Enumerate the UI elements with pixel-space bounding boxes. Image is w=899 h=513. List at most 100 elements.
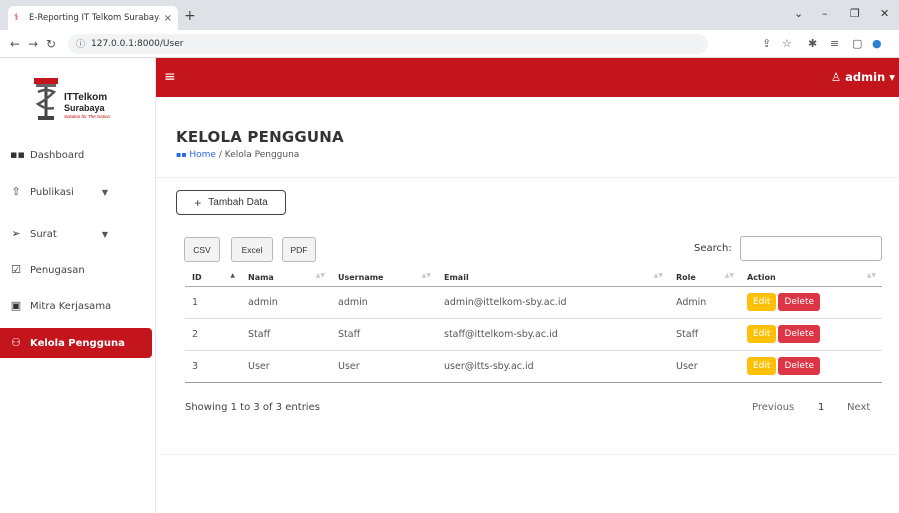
brand-city: Surabaya xyxy=(64,103,105,113)
pagination-next[interactable]: Next xyxy=(847,402,870,413)
pagination-previous[interactable]: Previous xyxy=(752,402,794,413)
sort-icon: ▲▼ xyxy=(724,272,734,279)
column-header-action[interactable]: Action ▲▼ xyxy=(740,269,882,287)
cell-id: 3 xyxy=(185,350,241,383)
sidebar-item-label: Penugasan xyxy=(30,264,85,276)
table-header-row: ID ▲ Nama ▲▼ Username ▲▼ Email ▲▼ Role ▲▼ Act… xyxy=(185,269,882,287)
sidebar-item-dashboard[interactable]: ▪▪ Dashboard xyxy=(0,140,156,170)
sidebar-item-label: Kelola Pengguna xyxy=(30,337,125,349)
clipboard-check-icon: ☑ xyxy=(11,263,21,276)
sidebar-item-penugasan[interactable]: ☑ Penugasan xyxy=(0,255,156,285)
delete-button[interactable]: Delete xyxy=(778,357,821,375)
sidepanel-icon[interactable]: ▢ xyxy=(852,37,862,50)
users-icon: ⚇ xyxy=(11,336,21,349)
table-row: 2 Staff Staff staff@ittelkom-sby.ac.id S… xyxy=(185,318,882,351)
breadcrumb: ▪▪ Home / Kelola Pengguna xyxy=(176,150,299,160)
cell-email: user@itts-sby.ac.id xyxy=(437,350,669,383)
url-input[interactable]: ⓘ 127.0.0.1:8000/User xyxy=(68,33,708,54)
breadcrumb-current: Kelola Pengguna xyxy=(224,150,300,160)
site-info-icon[interactable]: ⓘ xyxy=(76,37,85,50)
bookmark-star-icon[interactable]: ☆ xyxy=(782,37,792,50)
new-tab-button[interactable]: + xyxy=(184,8,196,24)
upload-icon: ⇧ xyxy=(11,185,21,198)
plus-icon: + xyxy=(194,195,202,210)
site-favicon-icon: ⚕ xyxy=(14,13,19,23)
tab-search-icon[interactable]: ⌄ xyxy=(794,7,803,20)
forward-icon[interactable]: → xyxy=(24,37,42,51)
table-row: 1 admin admin admin@ittelkom-sby.ac.id A… xyxy=(185,286,882,319)
cell-nama: admin xyxy=(241,286,331,319)
top-navbar: ≡ ♙ admin ▾ xyxy=(156,58,899,97)
send-icon: ➢ xyxy=(11,227,21,240)
cell-action: Edit Delete xyxy=(740,318,882,351)
cell-role: User xyxy=(669,350,740,383)
search-input[interactable] xyxy=(740,236,882,261)
cell-role: Staff xyxy=(669,318,740,351)
column-header-nama[interactable]: Nama ▲▼ xyxy=(241,269,331,287)
delete-button[interactable]: Delete xyxy=(778,325,821,343)
close-window-icon[interactable]: ✕ xyxy=(880,7,889,20)
cell-id: 2 xyxy=(185,318,241,351)
reading-list-icon[interactable]: ≡ xyxy=(830,37,839,50)
sidebar-item-surat[interactable]: ➢ Surat ▼ xyxy=(0,219,156,249)
table-row: 3 User User user@itts-sby.ac.id User Edi… xyxy=(185,350,882,383)
browser-tab-bar: ⚕ E-Reporting IT Telkom Surabaya × + ⌄ –… xyxy=(0,0,899,30)
column-header-username[interactable]: Username ▲▼ xyxy=(331,269,437,287)
export-csv-button[interactable]: CSV xyxy=(184,237,220,262)
export-pdf-button[interactable]: PDF xyxy=(282,237,316,262)
cell-username: Staff xyxy=(331,318,437,351)
restore-icon[interactable]: ❐ xyxy=(850,7,860,20)
users-table: ID ▲ Nama ▲▼ Username ▲▼ Email ▲▼ Role ▲▼ Act… xyxy=(185,269,882,383)
sort-icon: ▲▼ xyxy=(315,272,325,279)
user-icon: ♙ xyxy=(830,70,846,84)
column-header-id[interactable]: ID ▲ xyxy=(185,269,241,287)
cell-username: admin xyxy=(331,286,437,319)
brand-logo[interactable]: ITTelkom Surabaya Solution for The Natio… xyxy=(32,78,142,126)
id-card-icon: ▣ xyxy=(10,299,22,312)
cell-action: Edit Delete xyxy=(740,350,882,383)
search-label: Search: xyxy=(694,243,732,254)
browser-tab[interactable]: ⚕ E-Reporting IT Telkom Surabaya × xyxy=(8,6,178,30)
grid-icon: ▪▪ xyxy=(10,148,25,161)
home-grid-icon: ▪▪ xyxy=(176,150,190,159)
edit-button[interactable]: Edit xyxy=(747,293,777,311)
export-excel-button[interactable]: Excel xyxy=(231,237,273,262)
cell-role: Admin xyxy=(669,286,740,319)
breadcrumb-home-link[interactable]: Home xyxy=(189,150,216,160)
sort-icon: ▲▼ xyxy=(653,272,663,279)
pagination-page-1[interactable]: 1 xyxy=(818,402,824,413)
caret-down-icon: ▾ xyxy=(885,70,895,84)
minimize-icon[interactable]: – xyxy=(822,7,828,20)
cell-nama: User xyxy=(241,350,331,383)
sidebar-item-label: Surat xyxy=(30,228,57,240)
reload-icon[interactable]: ↻ xyxy=(42,37,60,51)
header-divider xyxy=(156,177,899,178)
menu-toggle-icon[interactable]: ≡ xyxy=(164,69,176,85)
column-header-email[interactable]: Email ▲▼ xyxy=(437,269,669,287)
delete-button[interactable]: Delete xyxy=(778,293,821,311)
chevron-down-icon: ▼ xyxy=(101,229,108,239)
breadcrumb-separator: / xyxy=(215,150,225,160)
back-icon[interactable]: ← xyxy=(6,37,24,51)
url-text: 127.0.0.1:8000/User xyxy=(91,38,184,49)
extensions-icon[interactable]: ✱ xyxy=(808,37,817,50)
sort-icon: ▲▼ xyxy=(866,272,876,279)
tab-close-icon[interactable]: × xyxy=(164,13,172,24)
user-menu[interactable]: ♙ admin ▾ xyxy=(831,70,895,84)
user-name: admin xyxy=(845,70,886,84)
chevron-down-icon: ▼ xyxy=(101,187,108,197)
sort-asc-icon: ▲ xyxy=(230,272,235,279)
cell-nama: Staff xyxy=(241,318,331,351)
cell-email: admin@ittelkom-sby.ac.id xyxy=(437,286,669,319)
sidebar-item-mitra-kerjasama[interactable]: ▣ Mitra Kerjasama xyxy=(0,291,156,321)
profile-avatar-icon[interactable]: ● xyxy=(872,37,882,50)
share-icon[interactable]: ⇪ xyxy=(762,37,771,50)
sidebar-item-kelola-pengguna[interactable]: ⚇ Kelola Pengguna xyxy=(0,328,152,358)
table-info: Showing 1 to 3 of 3 entries xyxy=(185,402,320,413)
sidebar-item-publikasi[interactable]: ⇧ Publikasi ▼ xyxy=(0,177,156,207)
column-header-role[interactable]: Role ▲▼ xyxy=(669,269,740,287)
edit-button[interactable]: Edit xyxy=(747,357,777,375)
add-data-button[interactable]: + Tambah Data xyxy=(176,190,286,215)
sort-icon: ▲▼ xyxy=(421,272,431,279)
edit-button[interactable]: Edit xyxy=(747,325,777,343)
